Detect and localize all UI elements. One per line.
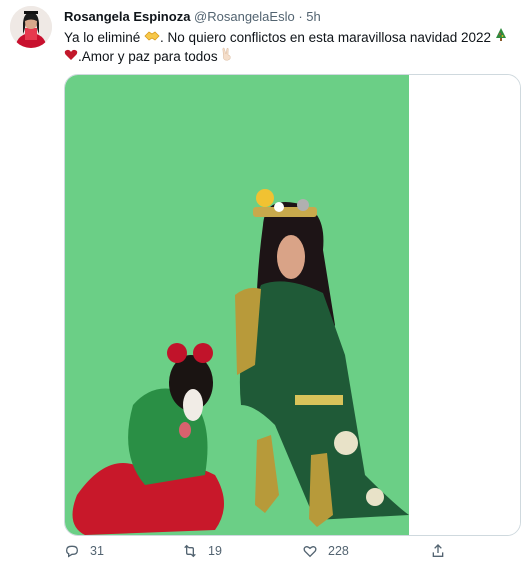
tweet-text-part-3: .Amor y paz para todos bbox=[78, 49, 222, 64]
tweet-actions: 31 19 228 bbox=[64, 543, 519, 563]
christmas-tree-emoji bbox=[495, 28, 507, 47]
retweet-count: 19 bbox=[208, 544, 222, 558]
tweet-timestamp[interactable]: 5h bbox=[306, 9, 320, 24]
avatar-image bbox=[10, 6, 52, 48]
reply-button[interactable]: 31 bbox=[64, 543, 104, 559]
like-icon bbox=[303, 546, 317, 558]
tweet-text-part-1: Ya lo eliminé bbox=[64, 30, 145, 45]
separator-dot: · bbox=[298, 9, 303, 24]
reply-icon bbox=[65, 545, 79, 558]
tweet-text: Ya lo eliminé . No quiero conflictos en … bbox=[64, 28, 519, 66]
share-icon bbox=[432, 544, 444, 557]
tweet-header: Rosangela Espinoza @RosangelaEslo · 5h bbox=[64, 9, 321, 24]
tweet-media[interactable] bbox=[64, 74, 521, 536]
handshake-emoji bbox=[144, 28, 160, 47]
reply-count: 31 bbox=[90, 544, 104, 558]
victory-hand-emoji bbox=[221, 47, 233, 66]
retweet-button[interactable]: 19 bbox=[182, 543, 222, 559]
tweet-text-part-2: . No quiero conflictos en esta maravillo… bbox=[160, 30, 495, 45]
red-heart-emoji bbox=[64, 47, 78, 66]
like-count: 228 bbox=[328, 544, 349, 558]
like-button[interactable]: 228 bbox=[302, 543, 349, 559]
retweet-icon bbox=[184, 544, 196, 558]
share-button[interactable] bbox=[430, 543, 446, 559]
author-name[interactable]: Rosangela Espinoza bbox=[64, 9, 190, 24]
avatar[interactable] bbox=[10, 6, 52, 48]
tweet-card[interactable]: Rosangela Espinoza @RosangelaEslo · 5h Y… bbox=[0, 0, 529, 567]
author-handle[interactable]: @RosangelaEslo bbox=[194, 9, 295, 24]
media-photo bbox=[65, 75, 520, 535]
